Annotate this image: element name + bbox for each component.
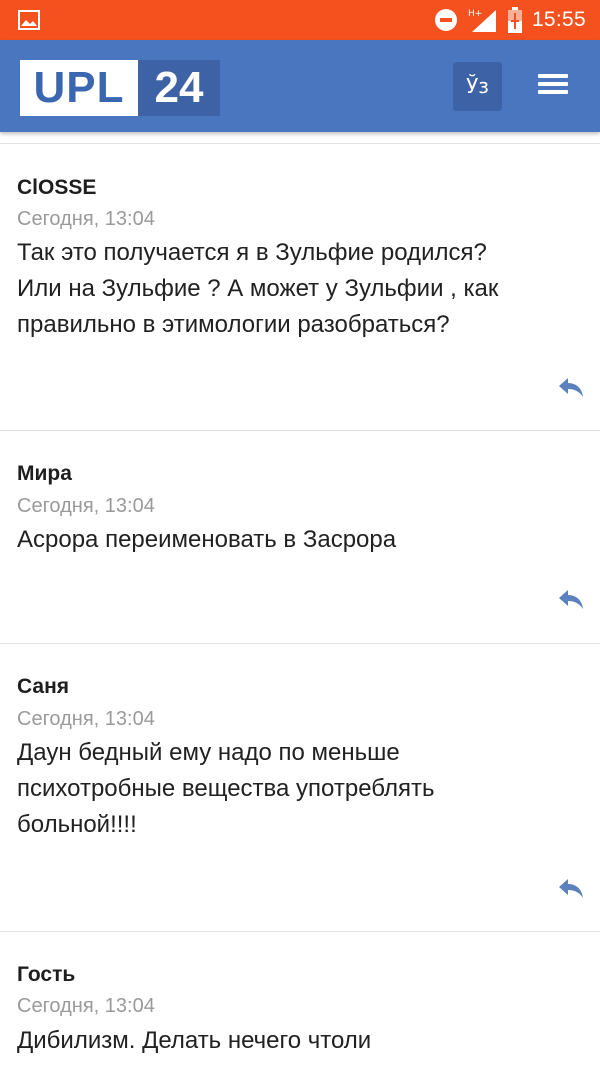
comment-text: Даун бедный ему надо по меньше психотроб… bbox=[17, 735, 583, 843]
language-button[interactable]: Ўз bbox=[453, 62, 502, 111]
comment-text-line: психотробные вещества употреблять bbox=[17, 775, 435, 802]
network-type-label: H+ bbox=[468, 9, 482, 19]
comment-item: Гость Сегодня, 13:04 Дибилизм. Делать не… bbox=[0, 932, 600, 1065]
comment-date: Сегодня, 13:04 bbox=[17, 708, 155, 730]
comment-text-line: Даун бедный ему надо по меньше bbox=[17, 739, 400, 766]
comment-item: Саня Сегодня, 13:04 Даун бедный ему надо… bbox=[0, 644, 600, 932]
menu-bar bbox=[538, 82, 568, 86]
comment-item: Мира Сегодня, 13:04 Асрора переименовать… bbox=[0, 431, 600, 644]
hamburger-menu-icon[interactable] bbox=[534, 70, 572, 102]
comment-text-line: Так это получается я в Зульфие родился? bbox=[17, 239, 487, 266]
comment-author[interactable]: Гость bbox=[17, 963, 75, 987]
image-icon bbox=[18, 10, 40, 30]
comment-text: Дибилизм. Делать нечего чтоли bbox=[17, 1023, 583, 1059]
signal-icon: H+ bbox=[468, 9, 496, 32]
battery-charging-icon bbox=[507, 7, 522, 33]
comment-author[interactable]: ClOSSE bbox=[17, 176, 96, 200]
comment-text-line: правильно в этимологии разобраться? bbox=[17, 311, 450, 338]
comment-author[interactable]: Мира bbox=[17, 462, 72, 486]
app-header: UPL 24 Ўз bbox=[0, 40, 600, 132]
logo-text-24: 24 bbox=[138, 60, 220, 116]
upl24-logo[interactable]: UPL 24 bbox=[20, 60, 220, 116]
reply-icon[interactable] bbox=[558, 588, 584, 610]
comment-author[interactable]: Саня bbox=[17, 675, 69, 699]
comment-text-line: Асрора переименовать в Засрора bbox=[17, 526, 397, 553]
reply-icon[interactable] bbox=[558, 877, 584, 899]
comment-text: Так это получается я в Зульфие родился? … bbox=[17, 235, 583, 343]
comment-text-line: Дибилизм. Делать нечего чтоли bbox=[17, 1027, 372, 1054]
menu-bar bbox=[538, 90, 568, 94]
menu-bar bbox=[538, 74, 568, 78]
comment-text-line: больной!!!! bbox=[17, 811, 137, 838]
logo-text-upl: UPL bbox=[20, 60, 138, 116]
comment-date: Сегодня, 13:04 bbox=[17, 208, 155, 230]
do-not-disturb-icon bbox=[434, 9, 457, 31]
comment-date: Сегодня, 13:04 bbox=[17, 495, 155, 517]
comment-date: Сегодня, 13:04 bbox=[17, 995, 155, 1017]
comment-item: ClOSSE Сегодня, 13:04 Так это получается… bbox=[0, 144, 600, 431]
comment-text-line: Или на Зульфие ? А может у Зульфии , как bbox=[17, 275, 499, 302]
status-bar: H+ 15:55 bbox=[0, 0, 600, 40]
comment-text: Асрора переименовать в Засрора bbox=[17, 522, 583, 558]
status-bar-right: H+ 15:55 bbox=[434, 0, 586, 40]
clock: 15:55 bbox=[531, 8, 586, 31]
reply-icon[interactable] bbox=[558, 376, 584, 398]
